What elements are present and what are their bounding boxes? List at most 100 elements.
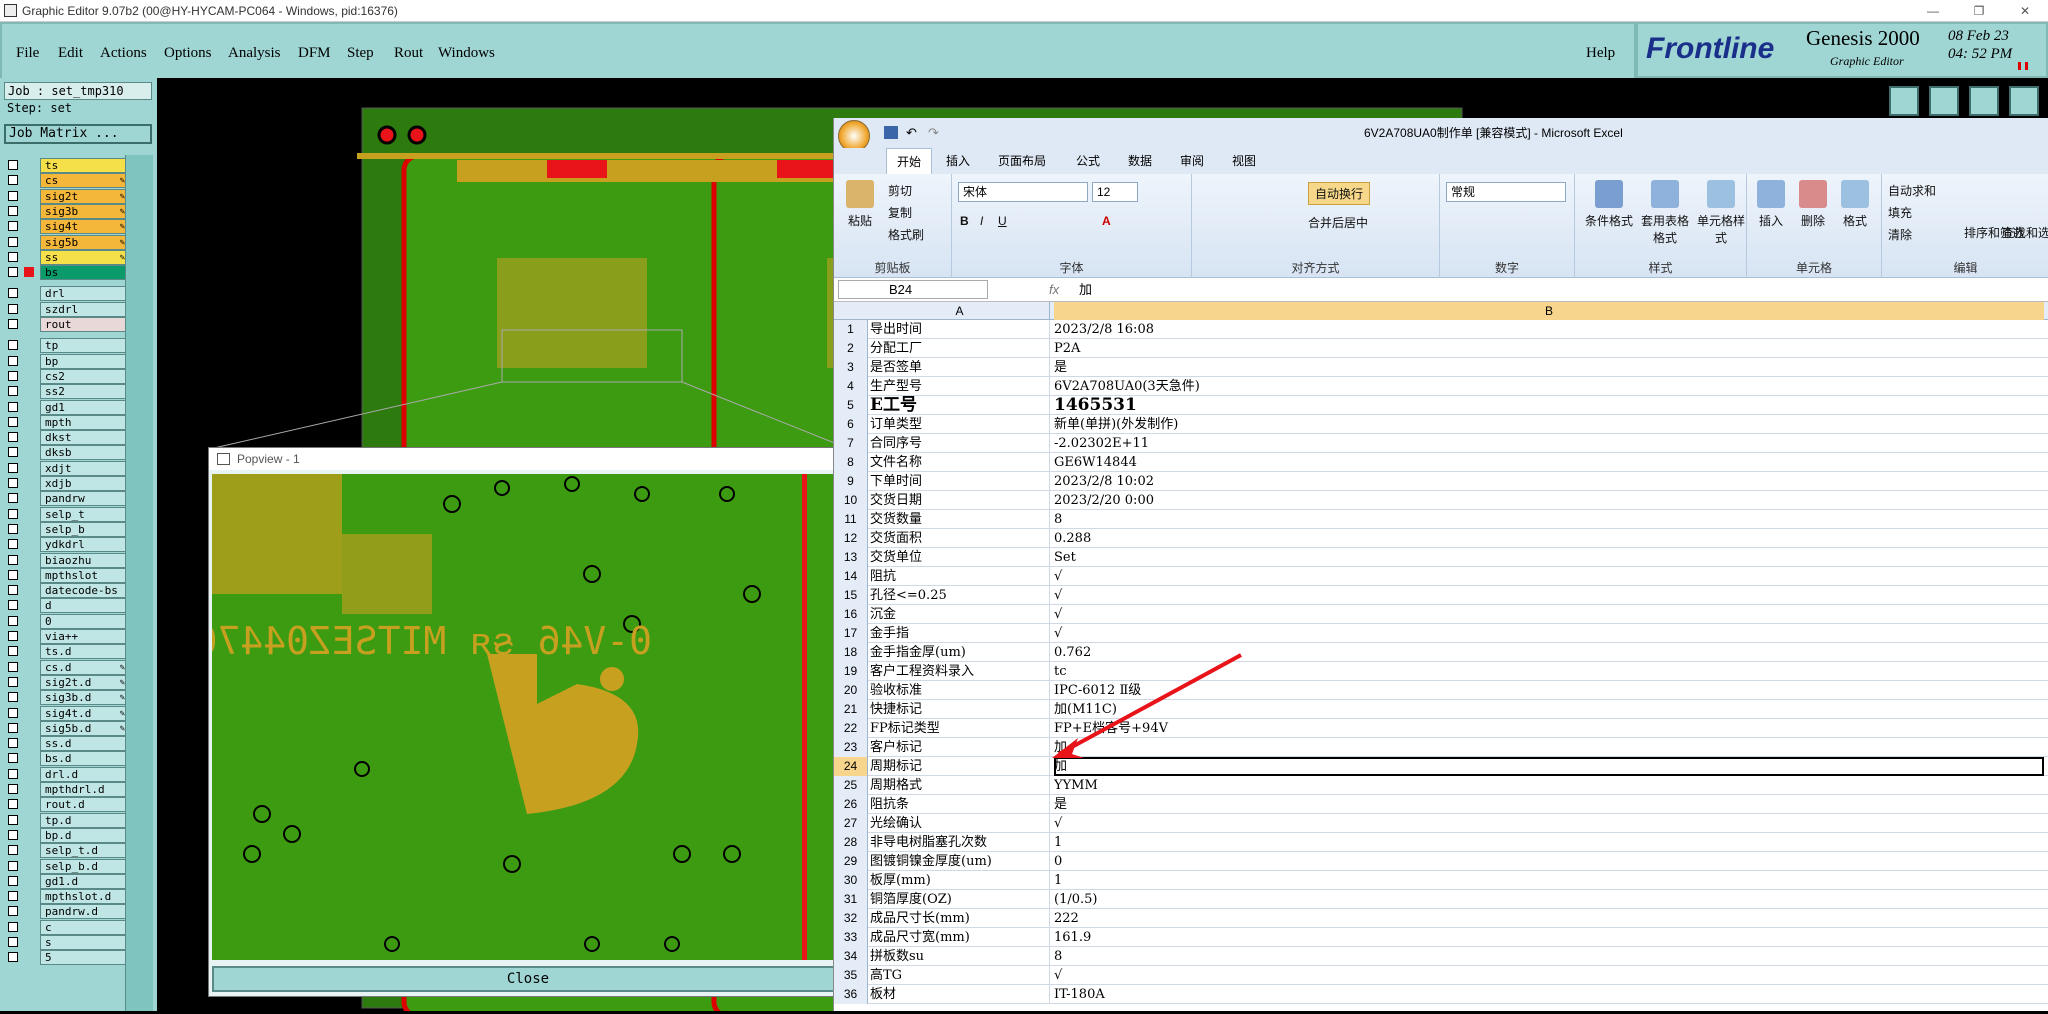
layer-row[interactable]: ydkdrl	[6, 537, 128, 553]
layer-row[interactable]: s	[6, 935, 128, 950]
layer-row[interactable]: szdrl	[6, 301, 128, 317]
layer-name[interactable]: tp	[40, 338, 128, 354]
layer-name[interactable]: drl.d	[40, 766, 128, 782]
cell-b[interactable]: 新单(单拼)(外发制作)	[1054, 415, 2044, 434]
cell-a[interactable]: 生产型号	[870, 377, 1050, 396]
layer-name[interactable]: s	[40, 935, 128, 950]
layer-checkbox[interactable]	[8, 386, 18, 397]
layer-name[interactable]: sig4t ✎	[40, 219, 128, 235]
row-number[interactable]: 27	[834, 814, 868, 833]
find-select-button[interactable]: 查找和选择	[2002, 224, 2048, 241]
layer-name[interactable]: 0	[40, 613, 128, 629]
cell-b[interactable]: Set	[1054, 548, 2044, 567]
tab-page-layout[interactable]: 页面布局	[998, 152, 1046, 169]
layer-name[interactable]: sig2t.d ✎	[40, 674, 128, 690]
layer-row[interactable]: bs	[6, 265, 128, 281]
layer-row[interactable]: cs ✎	[6, 173, 128, 189]
clear-button[interactable]: 清除	[1888, 226, 1912, 243]
cell-b[interactable]: √	[1054, 624, 2044, 643]
cell-b[interactable]: 是	[1054, 795, 2044, 814]
cell-b[interactable]: YYMM	[1054, 776, 2044, 795]
layer-name[interactable]: d	[40, 598, 128, 614]
layer-name[interactable]: rout.d	[40, 797, 128, 813]
layer-row[interactable]: gd1.d	[6, 873, 128, 889]
layer-name[interactable]: 5	[40, 950, 128, 966]
layer-checkbox[interactable]	[8, 493, 18, 504]
layer-row[interactable]: sig3b.d ✎	[6, 690, 128, 706]
layer-checkbox[interactable]	[8, 221, 18, 232]
popview-close-button[interactable]: Close	[212, 966, 844, 992]
layer-checkbox[interactable]	[8, 845, 18, 856]
cell-a[interactable]: 交货单位	[870, 548, 1050, 567]
row-number[interactable]: 30	[834, 871, 868, 890]
row-number[interactable]: 9	[834, 472, 868, 491]
layer-checkbox[interactable]	[8, 707, 18, 718]
layer-checkbox[interactable]	[8, 784, 18, 794]
column-a-header[interactable]: A	[870, 302, 1050, 320]
bold-button[interactable]: B	[960, 214, 969, 228]
row-number[interactable]: 13	[834, 548, 868, 567]
menu-options[interactable]: Options	[164, 42, 212, 64]
cell-b[interactable]: 222	[1054, 909, 2044, 928]
cell-a[interactable]: 金手指金厚(um)	[870, 643, 1050, 662]
cell-a[interactable]: 文件名称	[870, 453, 1050, 472]
layer-checkbox[interactable]	[8, 523, 18, 534]
layer-checkbox[interactable]	[8, 875, 18, 886]
cell-b[interactable]: 8	[1054, 510, 2044, 529]
menu-file[interactable]: File	[16, 42, 39, 64]
layer-row[interactable]: sig2t ✎	[6, 188, 128, 204]
home-icon[interactable]	[1969, 86, 1999, 116]
row-number[interactable]: 35	[834, 966, 868, 985]
font-color-button[interactable]: A	[1102, 214, 1111, 228]
layer-row[interactable]: rout	[6, 317, 128, 332]
cell-a[interactable]: 快捷标记	[870, 700, 1050, 719]
cell-a[interactable]: 铜箔厚度(OZ)	[870, 890, 1050, 909]
layer-name[interactable]: selp_b.d	[40, 858, 128, 874]
row-number[interactable]: 8	[834, 453, 868, 472]
cell-a[interactable]: 阻抗	[870, 567, 1050, 586]
layer-checkbox[interactable]	[8, 401, 18, 412]
row-number[interactable]: 1	[834, 320, 868, 339]
layer-checkbox[interactable]	[8, 722, 18, 733]
layer-row[interactable]: ss.d	[6, 736, 128, 752]
layer-row[interactable]: bp	[6, 353, 128, 369]
cell-a[interactable]: 交货数量	[870, 510, 1050, 529]
layer-name[interactable]: xdjb	[40, 476, 128, 491]
cell-b[interactable]: 1	[1054, 871, 2044, 890]
row-number[interactable]: 6	[834, 415, 868, 434]
layer-row[interactable]: datecode-bs	[6, 583, 128, 599]
layer-name[interactable]: ydkdrl	[40, 537, 128, 553]
paste-button[interactable]: 粘贴	[840, 180, 880, 229]
row-number[interactable]: 12	[834, 529, 868, 548]
cell-b[interactable]: -2.02302E+11	[1054, 434, 2044, 453]
pause-icon[interactable]	[2018, 62, 2028, 70]
layer-checkbox[interactable]	[8, 814, 18, 825]
row-number[interactable]: 32	[834, 909, 868, 928]
layer-row[interactable]: pandrw	[6, 491, 128, 507]
cell-b[interactable]: √	[1054, 586, 2044, 605]
layer-checkbox[interactable]	[8, 340, 18, 351]
cell-a[interactable]: 交货日期	[870, 491, 1050, 510]
row-number[interactable]: 11	[834, 510, 868, 529]
save-icon[interactable]	[884, 126, 898, 139]
layer-checkbox[interactable]	[8, 370, 18, 381]
row-number[interactable]: 10	[834, 491, 868, 510]
cell-b[interactable]: 0.762	[1054, 643, 2044, 662]
row-number[interactable]: 36	[834, 985, 868, 1004]
layer-name[interactable]: biaozhu	[40, 552, 128, 568]
cut-button[interactable]: 剪切	[888, 182, 912, 199]
row-number[interactable]: 18	[834, 643, 868, 662]
row-number[interactable]: 4	[834, 377, 868, 396]
layer-name[interactable]: gd1.d	[40, 873, 128, 889]
layer-row[interactable]: dkst	[6, 430, 128, 446]
layer-name[interactable]: sig5b ✎	[40, 234, 128, 250]
layer-name[interactable]: tp.d	[40, 812, 128, 828]
cell-b[interactable]: 1465531	[1054, 396, 2044, 415]
row-number[interactable]: 15	[834, 586, 868, 605]
cell-a[interactable]: E工号	[870, 396, 1050, 415]
cell-a[interactable]: 导出时间	[870, 320, 1050, 339]
cell-b[interactable]: 加	[1054, 757, 2044, 776]
layer-checkbox[interactable]	[8, 205, 18, 216]
row-number[interactable]: 19	[834, 662, 868, 681]
row-number[interactable]: 34	[834, 947, 868, 966]
